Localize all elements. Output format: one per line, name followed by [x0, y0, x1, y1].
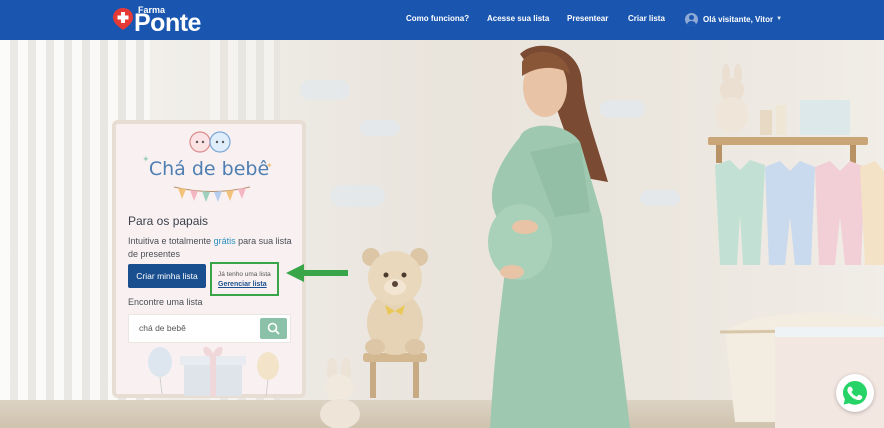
baby-shower-card: ✦ ✦ Chá de bebê Para os papais Intuitiva…: [112, 120, 306, 398]
find-list-label: Encontre uma lista: [128, 297, 203, 307]
top-header: Farma Ponte Como funciona? Acesse sua li…: [0, 0, 884, 40]
nav-acesse-sua-lista[interactable]: Acesse sua lista: [487, 14, 549, 23]
have-list-text: Já tenho uma lista: [218, 271, 271, 278]
search-input[interactable]: [139, 323, 249, 333]
baby-clothes-illustration: [715, 160, 884, 265]
search-icon: [267, 322, 280, 335]
manage-list-highlight: Já tenho uma lista Gerenciar lista: [210, 262, 279, 296]
manage-list-link[interactable]: Gerenciar lista: [218, 281, 267, 288]
green-arrow-icon: [286, 264, 348, 282]
chevron-down-icon: ▼: [776, 16, 783, 22]
whatsapp-icon: [843, 381, 867, 405]
desc-highlight: grátis: [213, 236, 236, 246]
card-description: Intuitiva e totalmente grátis para sua l…: [128, 235, 298, 261]
desc-text: Intuitiva e totalmente: [128, 236, 214, 246]
pregnant-woman-illustration: [488, 45, 630, 428]
card-title: Chá de bebê: [148, 158, 270, 180]
whatsapp-button[interactable]: [836, 374, 874, 412]
user-greeting: Olá visitante, Vitor: [703, 14, 774, 24]
wall-cloud: [300, 80, 350, 100]
nav-como-funciona[interactable]: Como funciona?: [406, 14, 469, 23]
bunting-banner-icon: [173, 186, 251, 202]
search-button[interactable]: [260, 318, 287, 339]
gifts-balloons-illustration: [148, 346, 279, 396]
logo-pin-icon: [113, 8, 133, 30]
nav-criar-lista[interactable]: Criar lista: [628, 14, 665, 23]
logo-ponte-text: Ponte: [134, 9, 201, 37]
nav-presentear[interactable]: Presentear: [567, 14, 608, 23]
user-avatar-icon: [685, 12, 698, 26]
farma-ponte-logo[interactable]: Farma Ponte: [112, 4, 212, 37]
wall-cloud: [360, 120, 400, 136]
bunny-toy-illustration: [320, 358, 360, 428]
user-menu[interactable]: Olá visitante, Vitor ▼: [685, 12, 782, 26]
search-box: [128, 314, 291, 343]
wall-cloud: [330, 185, 385, 207]
wall-cloud: [640, 190, 680, 206]
section-heading: Para os papais: [128, 214, 209, 228]
create-list-button[interactable]: Criar minha lista: [128, 264, 206, 288]
